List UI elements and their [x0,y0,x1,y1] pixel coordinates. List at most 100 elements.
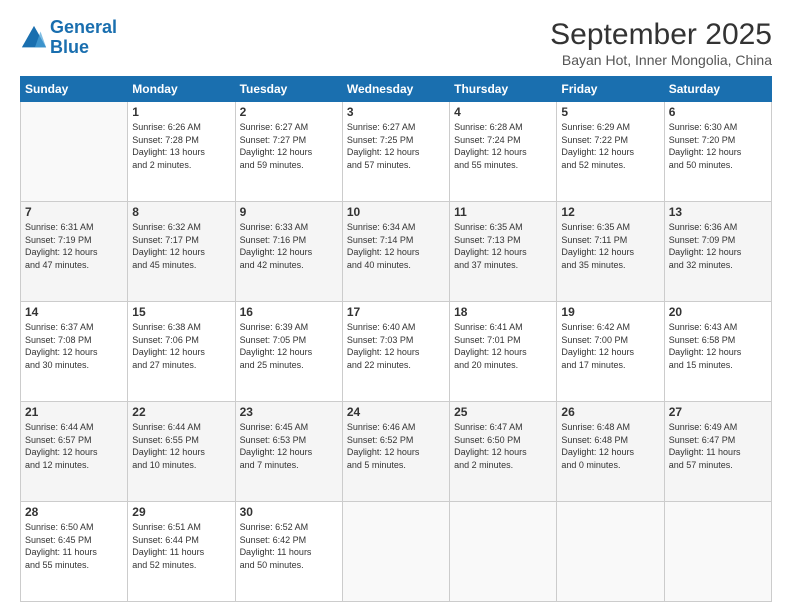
header: General Blue September 2025 Bayan Hot, I… [20,18,772,68]
day-number: 12 [561,205,659,219]
calendar-cell: 13 Sunrise: 6:36 AMSunset: 7:09 PMDayligh… [664,202,771,302]
day-number: 17 [347,305,445,319]
calendar-cell: 27 Sunrise: 6:49 AMSunset: 6:47 PMDayligh… [664,402,771,502]
day-info: Sunrise: 6:36 AMSunset: 7:09 PMDaylight:… [669,221,767,271]
calendar-cell: 11 Sunrise: 6:35 AMSunset: 7:13 PMDayligh… [450,202,557,302]
calendar-cell [342,502,449,602]
calendar-header-row: SundayMondayTuesdayWednesdayThursdayFrid… [21,77,772,102]
calendar-cell: 2Sunrise: 6:27 AMSunset: 7:27 PMDaylight… [235,102,342,202]
calendar-cell: 23Sunrise: 6:45 AMSunset: 6:53 PMDayligh… [235,402,342,502]
day-info: Sunrise: 6:44 AMSunset: 6:57 PMDaylight:… [25,421,123,471]
calendar-cell: 4 Sunrise: 6:28 AMSunset: 7:24 PMDaylight… [450,102,557,202]
day-number: 30 [240,505,338,519]
calendar-table: SundayMondayTuesdayWednesdayThursdayFrid… [20,76,772,602]
calendar-cell: 26 Sunrise: 6:48 AMSunset: 6:48 PMDayligh… [557,402,664,502]
day-number: 20 [669,305,767,319]
calendar-cell: 17 Sunrise: 6:40 AMSunset: 7:03 PMDayligh… [342,302,449,402]
day-header-saturday: Saturday [664,77,771,102]
day-number: 5 [561,105,659,119]
calendar-week-row: 7Sunrise: 6:31 AMSunset: 7:19 PMDaylight… [21,202,772,302]
calendar-cell: 12 Sunrise: 6:35 AMSunset: 7:11 PMDayligh… [557,202,664,302]
page: General Blue September 2025 Bayan Hot, I… [0,0,792,612]
day-number: 29 [132,505,230,519]
calendar-cell [664,502,771,602]
calendar-week-row: 1 Sunrise: 6:26 AMSunset: 7:28 PMDaylight… [21,102,772,202]
day-info: Sunrise: 6:52 AMSunset: 6:42 PMDaylight:… [240,521,338,571]
day-number: 18 [454,305,552,319]
day-number: 24 [347,405,445,419]
day-number: 11 [454,205,552,219]
day-header-wednesday: Wednesday [342,77,449,102]
calendar-cell: 18 Sunrise: 6:41 AMSunset: 7:01 PMDayligh… [450,302,557,402]
calendar-cell: 28 Sunrise: 6:50 AMSunset: 6:45 PMDayligh… [21,502,128,602]
calendar-cell: 9 Sunrise: 6:33 AMSunset: 7:16 PMDaylight… [235,202,342,302]
day-info: Sunrise: 6:41 AMSunset: 7:01 PMDaylight:… [454,321,552,371]
day-number: 1 [132,105,230,119]
day-header-monday: Monday [128,77,235,102]
day-number: 15 [132,305,230,319]
calendar-week-row: 21 Sunrise: 6:44 AMSunset: 6:57 PMDayligh… [21,402,772,502]
logo: General Blue [20,18,117,58]
day-info: Sunrise: 6:35 AMSunset: 7:11 PMDaylight:… [561,221,659,271]
day-info: Sunrise: 6:32 AMSunset: 7:17 PMDaylight:… [132,221,230,271]
day-info: Sunrise: 6:33 AMSunset: 7:16 PMDaylight:… [240,221,338,271]
calendar-week-row: 14Sunrise: 6:37 AMSunset: 7:08 PMDayligh… [21,302,772,402]
day-info: Sunrise: 6:42 AMSunset: 7:00 PMDaylight:… [561,321,659,371]
calendar-subtitle: Bayan Hot, Inner Mongolia, China [550,52,772,68]
day-info: Sunrise: 6:28 AMSunset: 7:24 PMDaylight:… [454,121,552,171]
day-info: Sunrise: 6:30 AMSunset: 7:20 PMDaylight:… [669,121,767,171]
calendar-cell: 1 Sunrise: 6:26 AMSunset: 7:28 PMDaylight… [128,102,235,202]
day-info: Sunrise: 6:46 AMSunset: 6:52 PMDaylight:… [347,421,445,471]
calendar-cell: 8 Sunrise: 6:32 AMSunset: 7:17 PMDaylight… [128,202,235,302]
day-number: 13 [669,205,767,219]
day-number: 26 [561,405,659,419]
calendar-cell: 19 Sunrise: 6:42 AMSunset: 7:00 PMDayligh… [557,302,664,402]
day-number: 8 [132,205,230,219]
day-header-sunday: Sunday [21,77,128,102]
day-info: Sunrise: 6:29 AMSunset: 7:22 PMDaylight:… [561,121,659,171]
day-info: Sunrise: 6:27 AMSunset: 7:25 PMDaylight:… [347,121,445,171]
calendar-cell [557,502,664,602]
day-number: 7 [25,205,123,219]
day-info: Sunrise: 6:26 AMSunset: 7:28 PMDaylight:… [132,121,230,171]
day-header-friday: Friday [557,77,664,102]
day-info: Sunrise: 6:38 AMSunset: 7:06 PMDaylight:… [132,321,230,371]
day-number: 21 [25,405,123,419]
day-info: Sunrise: 6:34 AMSunset: 7:14 PMDaylight:… [347,221,445,271]
title-block: September 2025 Bayan Hot, Inner Mongolia… [550,18,772,68]
day-header-thursday: Thursday [450,77,557,102]
day-info: Sunrise: 6:50 AMSunset: 6:45 PMDaylight:… [25,521,123,571]
day-number: 27 [669,405,767,419]
day-number: 25 [454,405,552,419]
calendar-cell: 30 Sunrise: 6:52 AMSunset: 6:42 PMDayligh… [235,502,342,602]
day-number: 19 [561,305,659,319]
day-info: Sunrise: 6:44 AMSunset: 6:55 PMDaylight:… [132,421,230,471]
calendar-cell: 3 Sunrise: 6:27 AMSunset: 7:25 PMDaylight… [342,102,449,202]
calendar-cell [450,502,557,602]
logo-line2: Blue [50,37,89,57]
calendar-cell: 5 Sunrise: 6:29 AMSunset: 7:22 PMDaylight… [557,102,664,202]
day-info: Sunrise: 6:40 AMSunset: 7:03 PMDaylight:… [347,321,445,371]
calendar-cell: 22 Sunrise: 6:44 AMSunset: 6:55 PMDayligh… [128,402,235,502]
day-info: Sunrise: 6:35 AMSunset: 7:13 PMDaylight:… [454,221,552,271]
day-number: 9 [240,205,338,219]
day-number: 3 [347,105,445,119]
calendar-cell: 15 Sunrise: 6:38 AMSunset: 7:06 PMDayligh… [128,302,235,402]
logo-icon [20,24,48,52]
logo-line1: General [50,17,117,37]
calendar-cell: 25Sunrise: 6:47 AMSunset: 6:50 PMDayligh… [450,402,557,502]
calendar-cell: 6Sunrise: 6:30 AMSunset: 7:20 PMDaylight… [664,102,771,202]
day-header-tuesday: Tuesday [235,77,342,102]
day-info: Sunrise: 6:48 AMSunset: 6:48 PMDaylight:… [561,421,659,471]
calendar-cell: 16Sunrise: 6:39 AMSunset: 7:05 PMDayligh… [235,302,342,402]
day-number: 22 [132,405,230,419]
day-number: 28 [25,505,123,519]
day-info: Sunrise: 6:39 AMSunset: 7:05 PMDaylight:… [240,321,338,371]
calendar-week-row: 28 Sunrise: 6:50 AMSunset: 6:45 PMDayligh… [21,502,772,602]
calendar-cell: 7Sunrise: 6:31 AMSunset: 7:19 PMDaylight… [21,202,128,302]
calendar-title: September 2025 [550,18,772,52]
day-info: Sunrise: 6:49 AMSunset: 6:47 PMDaylight:… [669,421,767,471]
day-number: 14 [25,305,123,319]
day-number: 4 [454,105,552,119]
day-number: 23 [240,405,338,419]
